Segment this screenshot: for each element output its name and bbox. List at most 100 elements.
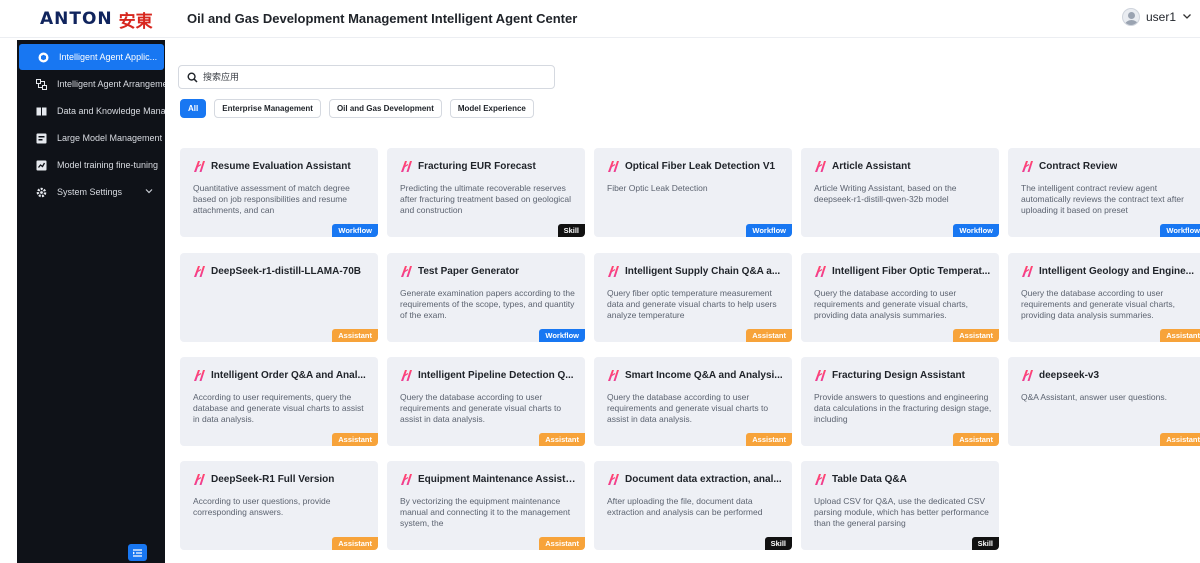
app-card[interactable]: Document data extraction, anal... After u… (594, 461, 792, 550)
ai-logo-icon (608, 266, 619, 277)
app-card[interactable]: deepseek-v3 Q&A Assistant, answer user qu… (1008, 357, 1200, 446)
user-menu[interactable]: user1 (1121, 8, 1192, 26)
app-card-description: Article Writing Assistant, based on the … (814, 183, 957, 204)
app-card[interactable]: Contract Review The intelligent contract … (1008, 148, 1200, 237)
sidebar-item-agent-arrangement[interactable]: Intelligent Agent Arrangement (17, 71, 165, 97)
avatar[interactable] (1121, 8, 1140, 26)
sidebar-item-label: System Settings (57, 187, 123, 197)
app-card-title: Intelligent Order Q&A and Anal... (211, 370, 366, 381)
sidebar-item-data-knowledge[interactable]: Data and Knowledge Management (17, 98, 165, 124)
app-card-header: Document data extraction, anal... (607, 473, 787, 486)
logo[interactable]: ANTON 安東 (40, 8, 153, 31)
app-card-description: The intelligent contract review agent au… (1021, 183, 1184, 215)
app-card-description: According to user questions, provide cor… (193, 496, 331, 517)
app-card-header: Fracturing EUR Forecast (400, 160, 580, 173)
app-card-title: Intelligent Fiber Optic Temperat... (832, 266, 991, 277)
app-type-badge: Assistant (746, 329, 792, 342)
app-card-header: deepseek-v3 (1021, 369, 1200, 382)
agent-app-icon (38, 52, 49, 63)
app-card-header: Intelligent Geology and Engine... (1021, 265, 1200, 278)
app-card-title: Optical Fiber Leak Detection V1 (625, 161, 776, 172)
app-type-badge: Assistant (539, 433, 585, 446)
app-card-header: Intelligent Order Q&A and Anal... (193, 369, 373, 382)
app-card[interactable]: Intelligent Pipeline Detection Q... Query… (387, 357, 585, 446)
app-card-description (193, 288, 371, 321)
filter-oil-gas-development[interactable]: Oil and Gas Development (328, 99, 442, 118)
chevron-down-icon[interactable] (1182, 11, 1192, 24)
search-input[interactable] (203, 72, 543, 82)
app-card-title: Fracturing Design Assistant (832, 370, 965, 381)
app-card-header: Smart Income Q&A and Analysi... (607, 369, 787, 382)
app-card-header: DeepSeek-r1-distill-LLAMA-70B (193, 265, 373, 278)
model-icon (36, 133, 47, 144)
app-card[interactable]: Table Data Q&A Upload CSV for Q&A, use th… (801, 461, 999, 550)
app-card[interactable]: Resume Evaluation Assistant Quantitative … (180, 148, 378, 237)
app-card-header: Table Data Q&A (814, 473, 994, 486)
app-card-title: Resume Evaluation Assistant (211, 161, 351, 172)
app-card[interactable]: Fracturing Design Assistant Provide answe… (801, 357, 999, 446)
chevron-down-icon[interactable] (145, 187, 153, 197)
sidebar-item-label: Data and Knowledge Management (57, 106, 165, 116)
app-type-badge: Assistant (1160, 433, 1200, 446)
app-card-description: Provide answers to questions and enginee… (814, 392, 992, 424)
menu-collapse-icon (133, 548, 142, 557)
ai-logo-icon (608, 370, 619, 381)
book-icon (36, 106, 47, 117)
filter-model-experience[interactable]: Model Experience (449, 99, 534, 118)
app-type-badge: Workflow (953, 224, 999, 237)
app-card-title: Article Assistant (832, 161, 911, 172)
app-card[interactable]: Intelligent Order Q&A and Anal... Accordi… (180, 357, 378, 446)
app-card[interactable]: Fracturing EUR Forecast Predicting the ul… (387, 148, 585, 237)
app-card-title: Intelligent Pipeline Detection Q... (418, 370, 574, 381)
app-card-title: Equipment Maintenance Assistant (418, 474, 580, 485)
ai-logo-icon (1022, 161, 1033, 172)
app-card-description: Predicting the ultimate recoverable rese… (400, 183, 572, 215)
app-card[interactable]: Article Assistant Article Writing Assista… (801, 148, 999, 237)
app-card[interactable]: Test Paper Generator Generate examination… (387, 253, 585, 342)
ai-logo-icon (1022, 370, 1033, 381)
sidebar-item-system-settings[interactable]: System Settings (17, 179, 165, 205)
app-card[interactable]: Intelligent Supply Chain Q&A a... Query f… (594, 253, 792, 342)
app-type-badge: Assistant (332, 329, 378, 342)
app-card-description: By vectorizing the equipment maintenance… (400, 496, 571, 528)
filter-enterprise-management[interactable]: Enterprise Management (214, 99, 321, 118)
sidebar-item-large-model[interactable]: Large Model Management (17, 125, 165, 151)
arrange-icon (36, 78, 47, 90)
app-card-description: Q&A Assistant, answer user questions. (1021, 392, 1167, 402)
app-type-badge: Skill (764, 537, 792, 550)
app-card[interactable]: Intelligent Geology and Engine... Query t… (1008, 253, 1200, 342)
app-type-badge: Skill (971, 537, 999, 550)
app-card-title: deepseek-v3 (1039, 370, 1100, 381)
app-card[interactable]: Intelligent Fiber Optic Temperat... Query… (801, 253, 999, 342)
app-type-badge: Assistant (332, 433, 378, 446)
filter-all[interactable]: All (180, 99, 207, 118)
app-card[interactable]: Smart Income Q&A and Analysi... Query the… (594, 357, 792, 446)
app-card[interactable]: DeepSeek-r1-distill-LLAMA-70B Assistant (180, 253, 378, 342)
search-box[interactable] (178, 65, 555, 89)
app-card-header: Article Assistant (814, 160, 994, 173)
menu-collapse-button[interactable] (128, 544, 147, 561)
app-card-header: Intelligent Pipeline Detection Q... (400, 369, 580, 382)
app-card[interactable]: Equipment Maintenance Assistant By vector… (387, 461, 585, 550)
app-card-title: Smart Income Q&A and Analysi... (625, 370, 783, 381)
page-title: Oil and Gas Development Management Intel… (187, 11, 578, 26)
app-card-description: Query the database according to user req… (400, 392, 562, 424)
ai-logo-icon (194, 266, 205, 277)
app-card-description: Generate examination papers according to… (400, 288, 575, 320)
logo-text: ANTON (40, 9, 113, 29)
app-card-header: Equipment Maintenance Assistant (400, 473, 580, 486)
username[interactable]: user1 (1146, 10, 1176, 24)
ai-logo-icon (608, 474, 619, 485)
app-type-badge: Workflow (539, 329, 585, 342)
app-card[interactable]: DeepSeek-R1 Full Version According to use… (180, 461, 378, 550)
app-card-header: Contract Review (1021, 160, 1200, 173)
sidebar-item-model-training[interactable]: Model training fine-tuning (17, 152, 165, 178)
app-card-title: Test Paper Generator (418, 266, 519, 277)
app-card[interactable]: Optical Fiber Leak Detection V1 Fiber Opt… (594, 148, 792, 237)
app-card-header: Intelligent Supply Chain Q&A a... (607, 265, 787, 278)
sidebar: Intelligent Agent Applic... Intelligent … (17, 40, 165, 563)
app-card-title: DeepSeek-r1-distill-LLAMA-70B (211, 266, 362, 277)
app-card-description: After uploading the file, document data … (607, 496, 763, 517)
sidebar-item-agent-applications[interactable]: Intelligent Agent Applic... (19, 44, 164, 70)
logo-chinese-text: 安東 (118, 11, 153, 31)
